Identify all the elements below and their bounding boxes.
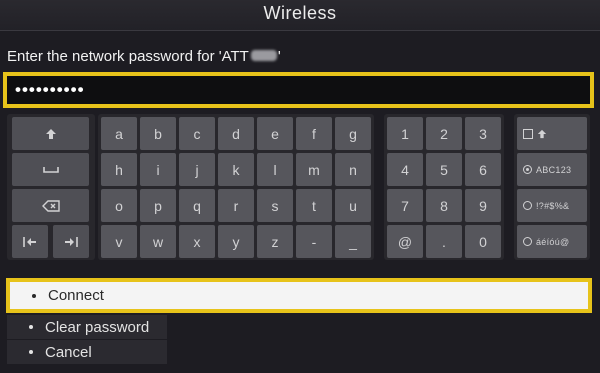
bullet-icon (29, 325, 33, 329)
mode-symbols[interactable]: !?#$%& (517, 189, 587, 222)
key-f[interactable]: f (296, 117, 332, 150)
shift-key[interactable] (12, 117, 89, 150)
key-m[interactable]: m (296, 153, 332, 186)
key-c[interactable]: c (179, 117, 215, 150)
shift-arrow-icon (45, 128, 56, 139)
title-bar: Wireless (0, 0, 600, 31)
key-v[interactable]: v (101, 225, 137, 258)
key-k[interactable]: k (218, 153, 254, 186)
connect-button[interactable]: Connect (6, 278, 592, 313)
key-underscore[interactable]: _ (335, 225, 371, 258)
radio-selected-icon (523, 165, 532, 174)
key-hyphen[interactable]: - (296, 225, 332, 258)
mode-symbols-label: !?#$%& (536, 200, 570, 211)
key-h[interactable]: h (101, 153, 137, 186)
key-l[interactable]: l (257, 153, 293, 186)
key-0[interactable]: 0 (465, 225, 501, 258)
cursor-left-icon (23, 236, 36, 247)
password-prompt: Enter the network password for 'ATT ' (7, 48, 281, 65)
page-title: Wireless (263, 3, 337, 23)
key-7[interactable]: 7 (387, 189, 423, 222)
prompt-closing-quote: ' (277, 48, 281, 65)
mode-accents[interactable]: áéíóú@ (517, 225, 587, 258)
key-t[interactable]: t (296, 189, 332, 222)
key-8[interactable]: 8 (426, 189, 462, 222)
key-g[interactable]: g (335, 117, 371, 150)
key-w[interactable]: w (140, 225, 176, 258)
connect-label: Connect (48, 287, 104, 304)
key-5[interactable]: 5 (426, 153, 462, 186)
control-keys-panel (7, 114, 95, 260)
key-a[interactable]: a (101, 117, 137, 150)
key-4[interactable]: 4 (387, 153, 423, 186)
key-z[interactable]: z (257, 225, 293, 258)
key-period[interactable]: . (426, 225, 462, 258)
mode-abc123-label: ABC123 (536, 164, 572, 175)
prompt-text: Enter the network password for 'ATT (7, 48, 249, 65)
key-u[interactable]: u (335, 189, 371, 222)
cursor-right-key[interactable] (53, 225, 89, 258)
key-i[interactable]: i (140, 153, 176, 186)
clear-password-label: Clear password (45, 318, 150, 336)
key-at[interactable]: @ (387, 225, 423, 258)
caps-lock-toggle[interactable] (517, 117, 587, 150)
radio-icon (523, 201, 532, 210)
cancel-label: Cancel (45, 343, 92, 361)
key-j[interactable]: j (179, 153, 215, 186)
bullet-icon (32, 293, 36, 298)
key-p[interactable]: p (140, 189, 176, 222)
key-e[interactable]: e (257, 117, 293, 150)
clear-password-button[interactable]: Clear password (7, 315, 167, 339)
key-9[interactable]: 9 (465, 189, 501, 222)
password-value: •••••••••• (15, 80, 85, 99)
key-x[interactable]: x (179, 225, 215, 258)
password-field[interactable]: •••••••••• (3, 72, 594, 108)
key-2[interactable]: 2 (426, 117, 462, 150)
space-key[interactable] (12, 153, 89, 186)
key-d[interactable]: d (218, 117, 254, 150)
key-y[interactable]: y (218, 225, 254, 258)
cancel-button[interactable]: Cancel (7, 340, 167, 364)
key-q[interactable]: q (179, 189, 215, 222)
shift-arrow-icon (537, 129, 547, 138)
key-1[interactable]: 1 (387, 117, 423, 150)
checkbox-icon (523, 128, 533, 139)
key-n[interactable]: n (335, 153, 371, 186)
backspace-key[interactable] (12, 189, 89, 222)
number-keys-panel: 1 2 3 4 5 6 7 8 9 @ . 0 (384, 114, 504, 260)
mode-keys-panel: ABC123 !?#$%& áéíóú@ (514, 114, 590, 260)
key-b[interactable]: b (140, 117, 176, 150)
key-6[interactable]: 6 (465, 153, 501, 186)
radio-icon (523, 237, 532, 246)
key-r[interactable]: r (218, 189, 254, 222)
bullet-icon (29, 350, 33, 354)
mode-accents-label: áéíóú@ (536, 236, 570, 247)
letter-keys-panel: a b c d e f g h i j k l m n o p q r s t … (98, 114, 374, 260)
mode-abc123[interactable]: ABC123 (517, 153, 587, 186)
space-icon (42, 166, 59, 173)
cursor-left-key[interactable] (12, 225, 48, 258)
key-o[interactable]: o (101, 189, 137, 222)
key-s[interactable]: s (257, 189, 293, 222)
key-3[interactable]: 3 (465, 117, 501, 150)
backspace-icon (41, 199, 60, 212)
redacted-network-name (250, 50, 277, 61)
cursor-right-icon (65, 236, 78, 247)
